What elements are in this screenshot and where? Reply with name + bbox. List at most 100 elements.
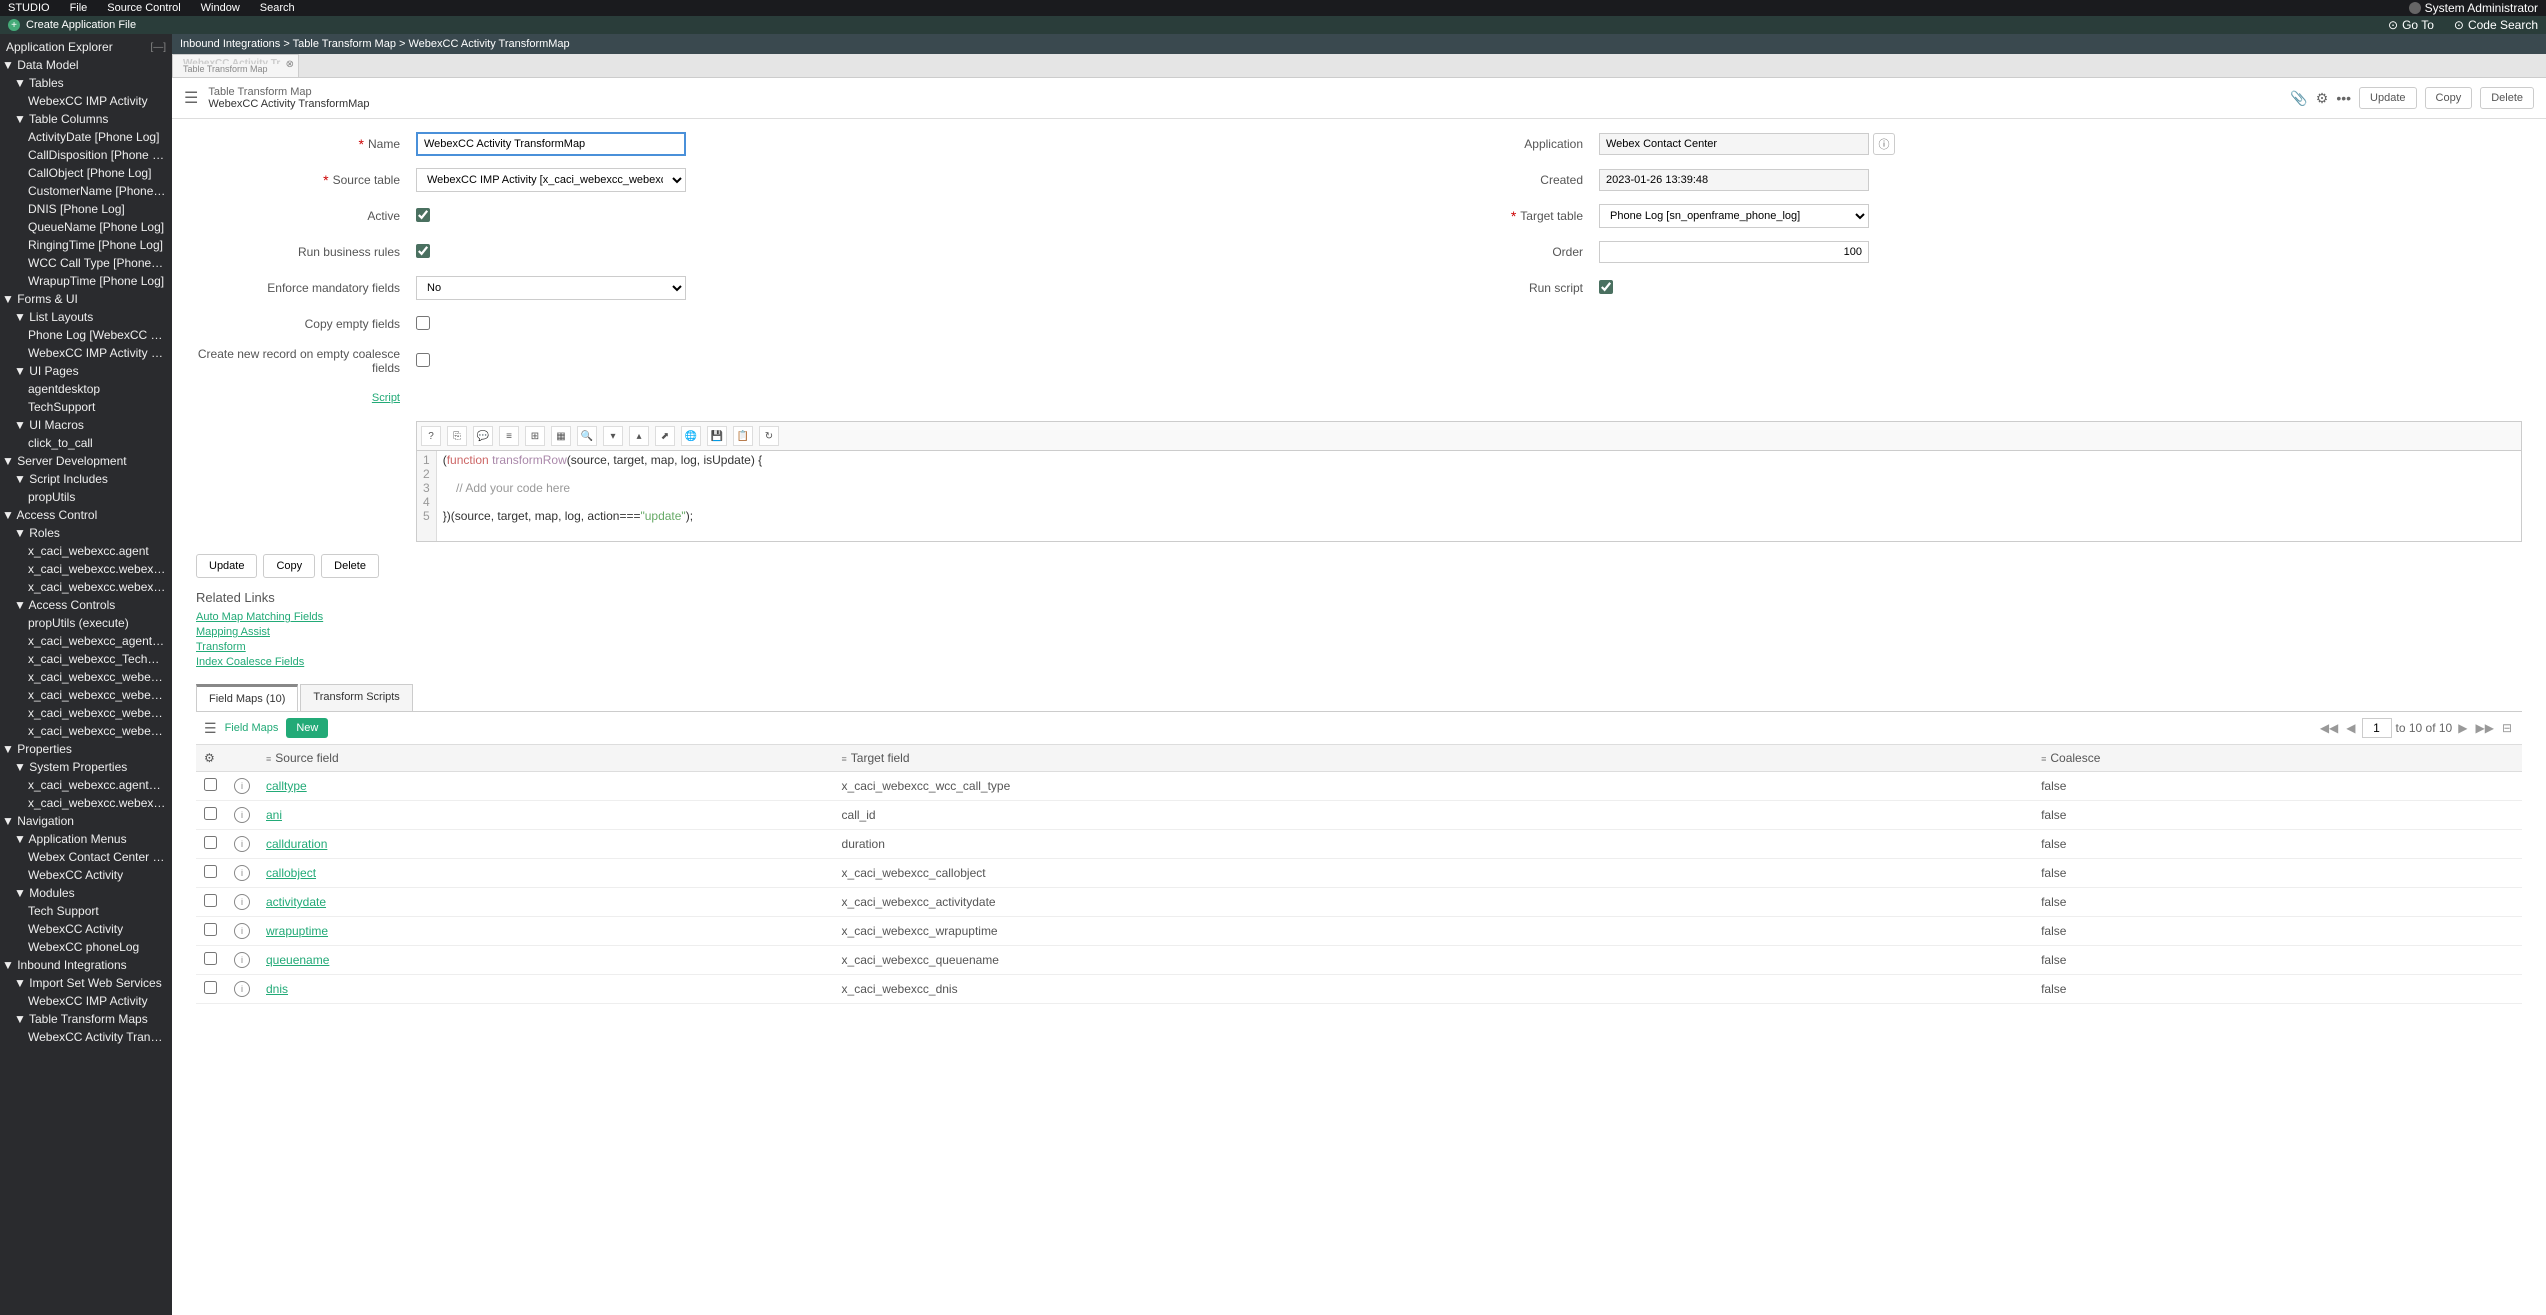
target-table-select[interactable]: Phone Log [sn_openframe_phone_log]: [1599, 204, 1869, 228]
list-menu-icon[interactable]: ☰: [204, 720, 217, 737]
tree-item[interactable]: Phone Log [WebexCC Phone Log]: [0, 326, 172, 344]
info-icon[interactable]: i: [234, 894, 250, 910]
search-icon[interactable]: 🔍: [577, 426, 597, 446]
next-page-icon[interactable]: ▶: [2456, 721, 2469, 735]
tree-item[interactable]: x_caci_webexcc_TechSupport (read): [0, 650, 172, 668]
new-button[interactable]: New: [286, 718, 328, 738]
related-link[interactable]: Auto Map Matching Fields: [196, 611, 2522, 623]
form-menu-icon[interactable]: ☰: [184, 88, 198, 108]
related-link[interactable]: Transform: [196, 641, 2522, 653]
help-icon[interactable]: ?: [421, 426, 441, 446]
page-input[interactable]: [2362, 718, 2392, 738]
tree-item[interactable]: ▼ Table Columns: [0, 110, 172, 128]
more-icon[interactable]: •••: [2336, 90, 2351, 106]
tab-field-maps[interactable]: Field Maps (10): [196, 684, 298, 711]
code-search-link[interactable]: ⊙ Code Search: [2454, 18, 2538, 32]
globe-icon[interactable]: 🌐: [681, 426, 701, 446]
info-icon[interactable]: i: [234, 981, 250, 997]
code-editor[interactable]: 12345 (function transformRow(source, tar…: [416, 450, 2522, 542]
tree-item[interactable]: click_to_call: [0, 434, 172, 452]
tree-item[interactable]: ▼ Properties: [0, 740, 172, 758]
tab-transform-map[interactable]: WebexCC Activity Tr... Table Transform M…: [172, 54, 299, 77]
info-icon[interactable]: i: [234, 807, 250, 823]
tree-item[interactable]: ▼ Roles: [0, 524, 172, 542]
row-checkbox[interactable]: [204, 807, 217, 820]
tree-item[interactable]: CallDisposition [Phone Log]: [0, 146, 172, 164]
source-field-link[interactable]: ani: [266, 808, 282, 822]
tree-item[interactable]: CallObject [Phone Log]: [0, 164, 172, 182]
menu-file[interactable]: File: [70, 2, 88, 14]
user-name[interactable]: System Administrator: [2425, 1, 2538, 15]
col-coalesce[interactable]: ≡Coalesce: [2033, 745, 2522, 772]
collapse-icon[interactable]: [—]: [150, 42, 166, 53]
menu-search[interactable]: Search: [260, 2, 295, 14]
tree-item[interactable]: ▼ Navigation: [0, 812, 172, 830]
tree-item[interactable]: ▼ UI Macros: [0, 416, 172, 434]
tree-item[interactable]: ▼ Forms & UI: [0, 290, 172, 308]
tree-item[interactable]: ▼ Application Menus: [0, 830, 172, 848]
tree-item[interactable]: x_caci_webexcc.agent: [0, 542, 172, 560]
tree-item[interactable]: x_caci_webexcc_webexcc_imp_activity (w: [0, 722, 172, 740]
indent-icon[interactable]: ≡: [499, 426, 519, 446]
tree-item[interactable]: propUtils (execute): [0, 614, 172, 632]
tree-item[interactable]: x_caci_webexcc.webex_contact_center: [0, 578, 172, 596]
source-field-link[interactable]: activitydate: [266, 895, 326, 909]
comment-icon[interactable]: 💬: [473, 426, 493, 446]
delete-button-bottom[interactable]: Delete: [321, 554, 379, 578]
create-app-file-link[interactable]: Create Application File: [26, 19, 136, 31]
update-button-bottom[interactable]: Update: [196, 554, 257, 578]
copy-icon[interactable]: 📋: [733, 426, 753, 446]
format-icon[interactable]: ⎘: [447, 426, 467, 446]
info-icon[interactable]: i: [234, 865, 250, 881]
menu-source-control[interactable]: Source Control: [107, 2, 180, 14]
tree-item[interactable]: CustomerName [Phone Log]: [0, 182, 172, 200]
first-page-icon[interactable]: ◀◀: [2318, 721, 2340, 735]
tree-item[interactable]: RingingTime [Phone Log]: [0, 236, 172, 254]
info-icon[interactable]: i: [234, 778, 250, 794]
tree-item[interactable]: ActivityDate [Phone Log]: [0, 128, 172, 146]
save-icon[interactable]: 💾: [707, 426, 727, 446]
create-coalesce-checkbox[interactable]: [416, 353, 430, 367]
tree-item[interactable]: WebexCC IMP Activity [Default view]: [0, 344, 172, 362]
tree-item[interactable]: ▼ System Properties: [0, 758, 172, 776]
tree-item[interactable]: x_caci_webexcc_webexcc_imp_activity (re: [0, 668, 172, 686]
tree-item[interactable]: x_caci_webexcc.webexccactivitytable: [0, 794, 172, 812]
tree-item[interactable]: Tech Support: [0, 902, 172, 920]
tree-item[interactable]: WebexCC Activity: [0, 920, 172, 938]
delete-button[interactable]: Delete: [2480, 87, 2534, 109]
tree-item[interactable]: ▼ Server Development: [0, 452, 172, 470]
source-field-link[interactable]: callobject: [266, 866, 316, 880]
tree-item[interactable]: agentdesktop: [0, 380, 172, 398]
tree-item[interactable]: WebexCC IMP Activity: [0, 992, 172, 1010]
col-target-field[interactable]: ≡Target field: [834, 745, 2034, 772]
info-icon[interactable]: i: [234, 923, 250, 939]
row-checkbox[interactable]: [204, 894, 217, 907]
tree-item[interactable]: TechSupport: [0, 398, 172, 416]
tree-item[interactable]: WCC Call Type [Phone Log]: [0, 254, 172, 272]
tab-transform-scripts[interactable]: Transform Scripts: [300, 684, 412, 711]
active-checkbox[interactable]: [416, 208, 430, 222]
plus-icon[interactable]: +: [8, 19, 20, 31]
order-input[interactable]: [1599, 241, 1869, 263]
row-checkbox[interactable]: [204, 981, 217, 994]
tree-item[interactable]: x_caci_webexcc.webexcc_imp_activity_us: [0, 560, 172, 578]
tree-item[interactable]: ▼ Access Controls: [0, 596, 172, 614]
run-rules-checkbox[interactable]: [416, 244, 430, 258]
collapse-list-icon[interactable]: ⊟: [2500, 721, 2514, 735]
source-field-link[interactable]: wrapuptime: [266, 924, 328, 938]
col-source-field[interactable]: ≡Source field: [258, 745, 834, 772]
menu-window[interactable]: Window: [201, 2, 240, 14]
row-checkbox[interactable]: [204, 778, 217, 791]
tree-item[interactable]: WebexCC Activity: [0, 866, 172, 884]
row-checkbox[interactable]: [204, 952, 217, 965]
script-link[interactable]: Script: [372, 392, 400, 404]
tree-item[interactable]: ▼ Data Model: [0, 56, 172, 74]
grid-icon[interactable]: ▦: [551, 426, 571, 446]
tree-item[interactable]: ▼ Access Control: [0, 506, 172, 524]
source-field-link[interactable]: calltype: [266, 779, 307, 793]
application-info-icon[interactable]: ⓘ: [1873, 133, 1895, 155]
prev-page-icon[interactable]: ◀: [2344, 721, 2357, 735]
tree-item[interactable]: ▼ UI Pages: [0, 362, 172, 380]
list-title[interactable]: Field Maps: [225, 722, 279, 734]
tree-icon[interactable]: ⊞: [525, 426, 545, 446]
